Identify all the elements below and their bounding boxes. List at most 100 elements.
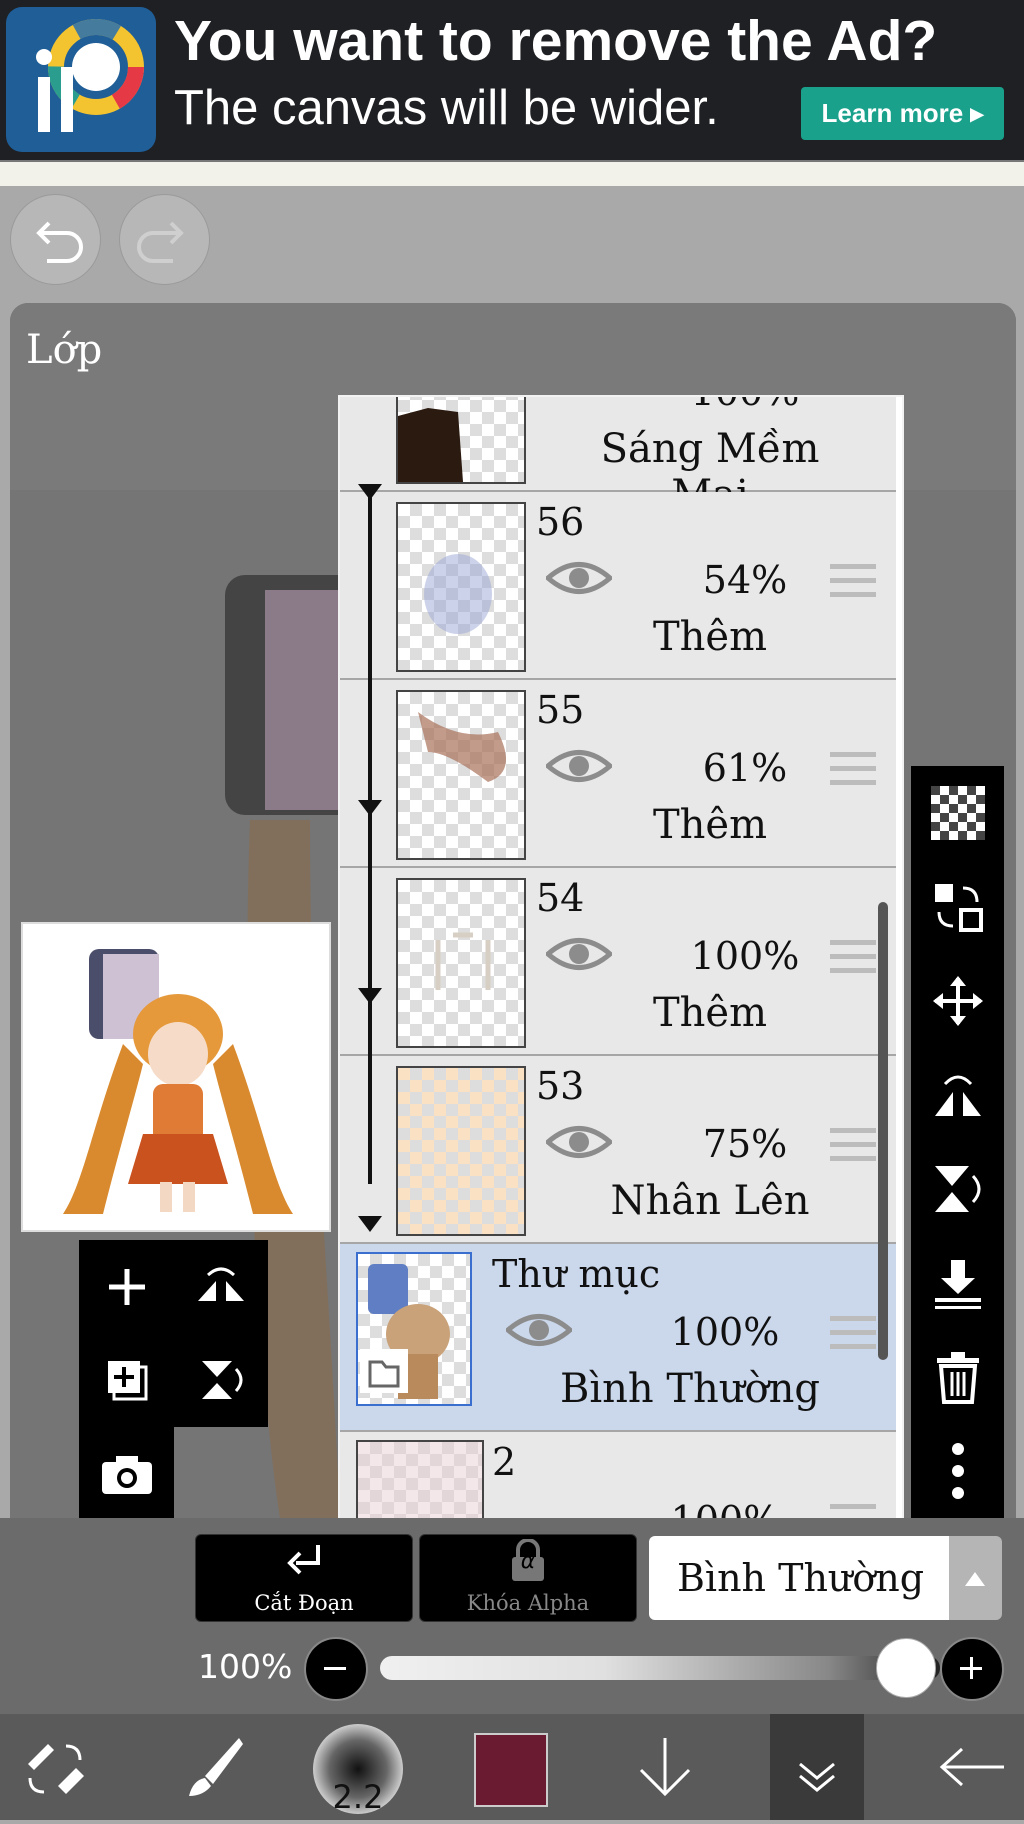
minus-icon <box>324 1667 346 1670</box>
redo-button[interactable] <box>119 194 210 285</box>
opacity-slider[interactable] <box>380 1656 940 1680</box>
flip-horizontal-button[interactable] <box>911 1048 1004 1142</box>
merge-down-button[interactable] <box>911 1236 1004 1330</box>
visibility-eye-icon[interactable] <box>544 933 614 979</box>
alpha-lock-label: Khóa Alpha <box>466 1591 590 1615</box>
layer-thumbnail <box>396 397 526 484</box>
flip-vertical-button[interactable] <box>911 1142 1004 1236</box>
visibility-eye-icon[interactable] <box>504 1309 574 1355</box>
visibility-eye-icon[interactable] <box>544 745 614 791</box>
arrow-down-icon <box>639 1738 691 1797</box>
flip-h-icon <box>197 1267 244 1301</box>
visibility-eye-icon[interactable] <box>544 1121 614 1167</box>
flip-layer-horizontal-button[interactable] <box>173 1240 268 1334</box>
color-picker-button[interactable] <box>474 1733 548 1807</box>
layer-name: 54 <box>536 876 585 920</box>
opacity-label: 100% <box>198 1647 293 1686</box>
layer-move-down-button[interactable] <box>620 1714 710 1820</box>
chevron-double-down-icon <box>799 1762 835 1792</box>
add-layer-icon <box>108 1269 145 1305</box>
delete-layer-button[interactable] <box>911 1330 1004 1424</box>
tool-select-button[interactable] <box>10 1714 100 1820</box>
brush-size-value: 2.2 <box>332 1778 384 1816</box>
collapse-panel-button[interactable] <box>770 1714 864 1820</box>
clipping-line <box>368 808 372 996</box>
layer-thumbnail <box>396 502 526 672</box>
brush-eraser-switch-icon <box>28 1744 84 1794</box>
layer-opacity: 100% <box>670 1310 780 1354</box>
more-options-button[interactable] <box>911 1424 1004 1518</box>
layer-row[interactable]: 56 54% Thêm <box>340 484 896 680</box>
ibis-logo-icon <box>6 7 156 152</box>
clipping-line <box>368 996 372 1184</box>
add-layer-button[interactable] <box>79 1240 174 1334</box>
opacity-increase-button[interactable] <box>940 1637 1004 1701</box>
ad-subtitle: The canvas will be wider. <box>174 81 719 135</box>
layer-opacity: 100% <box>660 397 830 414</box>
flip-layer-vertical-button[interactable] <box>173 1333 268 1427</box>
blend-mode-select[interactable]: Bình Thường <box>649 1536 949 1620</box>
brush-tool-button[interactable] <box>168 1714 258 1820</box>
drag-handle-icon[interactable] <box>830 940 876 982</box>
layer-row[interactable]: 55 61% Thêm <box>340 620 896 868</box>
learn-more-button[interactable]: Learn more ▸ <box>801 87 1004 140</box>
drag-handle-icon[interactable] <box>830 1316 876 1358</box>
camera-button[interactable] <box>79 1427 174 1521</box>
transparency-button[interactable] <box>911 766 1004 860</box>
drag-handle-icon[interactable] <box>830 752 876 794</box>
layer-blend-mode: Thêm <box>652 802 768 848</box>
layer-row[interactable]: 54 100% Thêm <box>340 808 896 1056</box>
duplicate-layer-icon <box>107 1361 147 1401</box>
layer-thumbnail <box>396 690 526 860</box>
folder-layer-row[interactable]: Thư mục 100% Bình Thường <box>340 1244 896 1432</box>
layer-row[interactable]: 100% Sáng Mềm Mại <box>340 397 896 518</box>
layer-side-tools <box>911 766 1004 1522</box>
ad-divider <box>0 160 1024 186</box>
layer-name: 53 <box>536 1064 585 1108</box>
opacity-slider-knob[interactable] <box>876 1638 936 1698</box>
layer-thumbnail <box>396 1066 526 1236</box>
move-button[interactable] <box>911 954 1004 1048</box>
undo-button[interactable] <box>10 194 101 285</box>
trash-icon <box>936 1352 979 1404</box>
canvas-preview <box>21 922 331 1232</box>
folder-thumbnail <box>356 1252 472 1406</box>
redo-icon <box>137 221 184 263</box>
back-button[interactable] <box>928 1714 1018 1820</box>
layer-thumbnail <box>356 1440 484 1522</box>
camera-tool <box>79 1427 174 1521</box>
layer-row[interactable]: 2 100% <box>340 1432 896 1522</box>
flip-vertical-icon <box>934 1166 980 1212</box>
clipping-line <box>368 492 372 622</box>
duplicate-layer-button[interactable] <box>79 1333 174 1427</box>
alpha-lock-button[interactable]: α Khóa Alpha <box>419 1534 637 1622</box>
alpha-symbol: α <box>520 1549 536 1574</box>
clipping-arrow-icon <box>287 1545 320 1575</box>
layer-blend-mode: Thêm <box>652 990 768 1036</box>
layer-opacity: 75% <box>702 1122 788 1166</box>
layer-name: Thư mục <box>492 1252 661 1296</box>
ad-title: You want to remove the Ad? <box>174 9 938 73</box>
brush-icon <box>189 1738 243 1796</box>
layer-list-scrollbar[interactable] <box>878 902 888 1360</box>
opacity-decrease-button[interactable] <box>304 1637 368 1701</box>
flip-v-icon <box>201 1361 242 1399</box>
layer-list[interactable]: 100% Sáng Mềm Mại 56 54% Thêm 55 61% Thê… <box>338 395 904 1524</box>
drag-handle-icon[interactable] <box>830 564 876 606</box>
visibility-eye-icon[interactable] <box>544 557 614 603</box>
clipping-label: Cắt Đoạn <box>254 1591 354 1615</box>
merge-down-icon <box>934 1260 981 1309</box>
undo-icon <box>36 221 83 263</box>
layer-thumbnail <box>396 878 526 1048</box>
transform-layer-button[interactable] <box>911 860 1004 954</box>
layer-row[interactable]: 53 75% Nhân Lên <box>340 996 896 1244</box>
layer-name: 56 <box>536 500 585 544</box>
clipping-button[interactable]: Cắt Đoạn <box>195 1534 413 1622</box>
plus-icon <box>960 1657 982 1679</box>
layer-blend-mode: Nhân Lên <box>610 1178 810 1224</box>
ad-banner[interactable]: You want to remove the Ad? The canvas wi… <box>0 0 1024 160</box>
blend-mode-dropdown-button[interactable] <box>949 1536 1002 1620</box>
drag-handle-icon[interactable] <box>830 1128 876 1170</box>
layer-opacity: 100% <box>690 934 800 978</box>
transparency-icon <box>930 786 985 840</box>
